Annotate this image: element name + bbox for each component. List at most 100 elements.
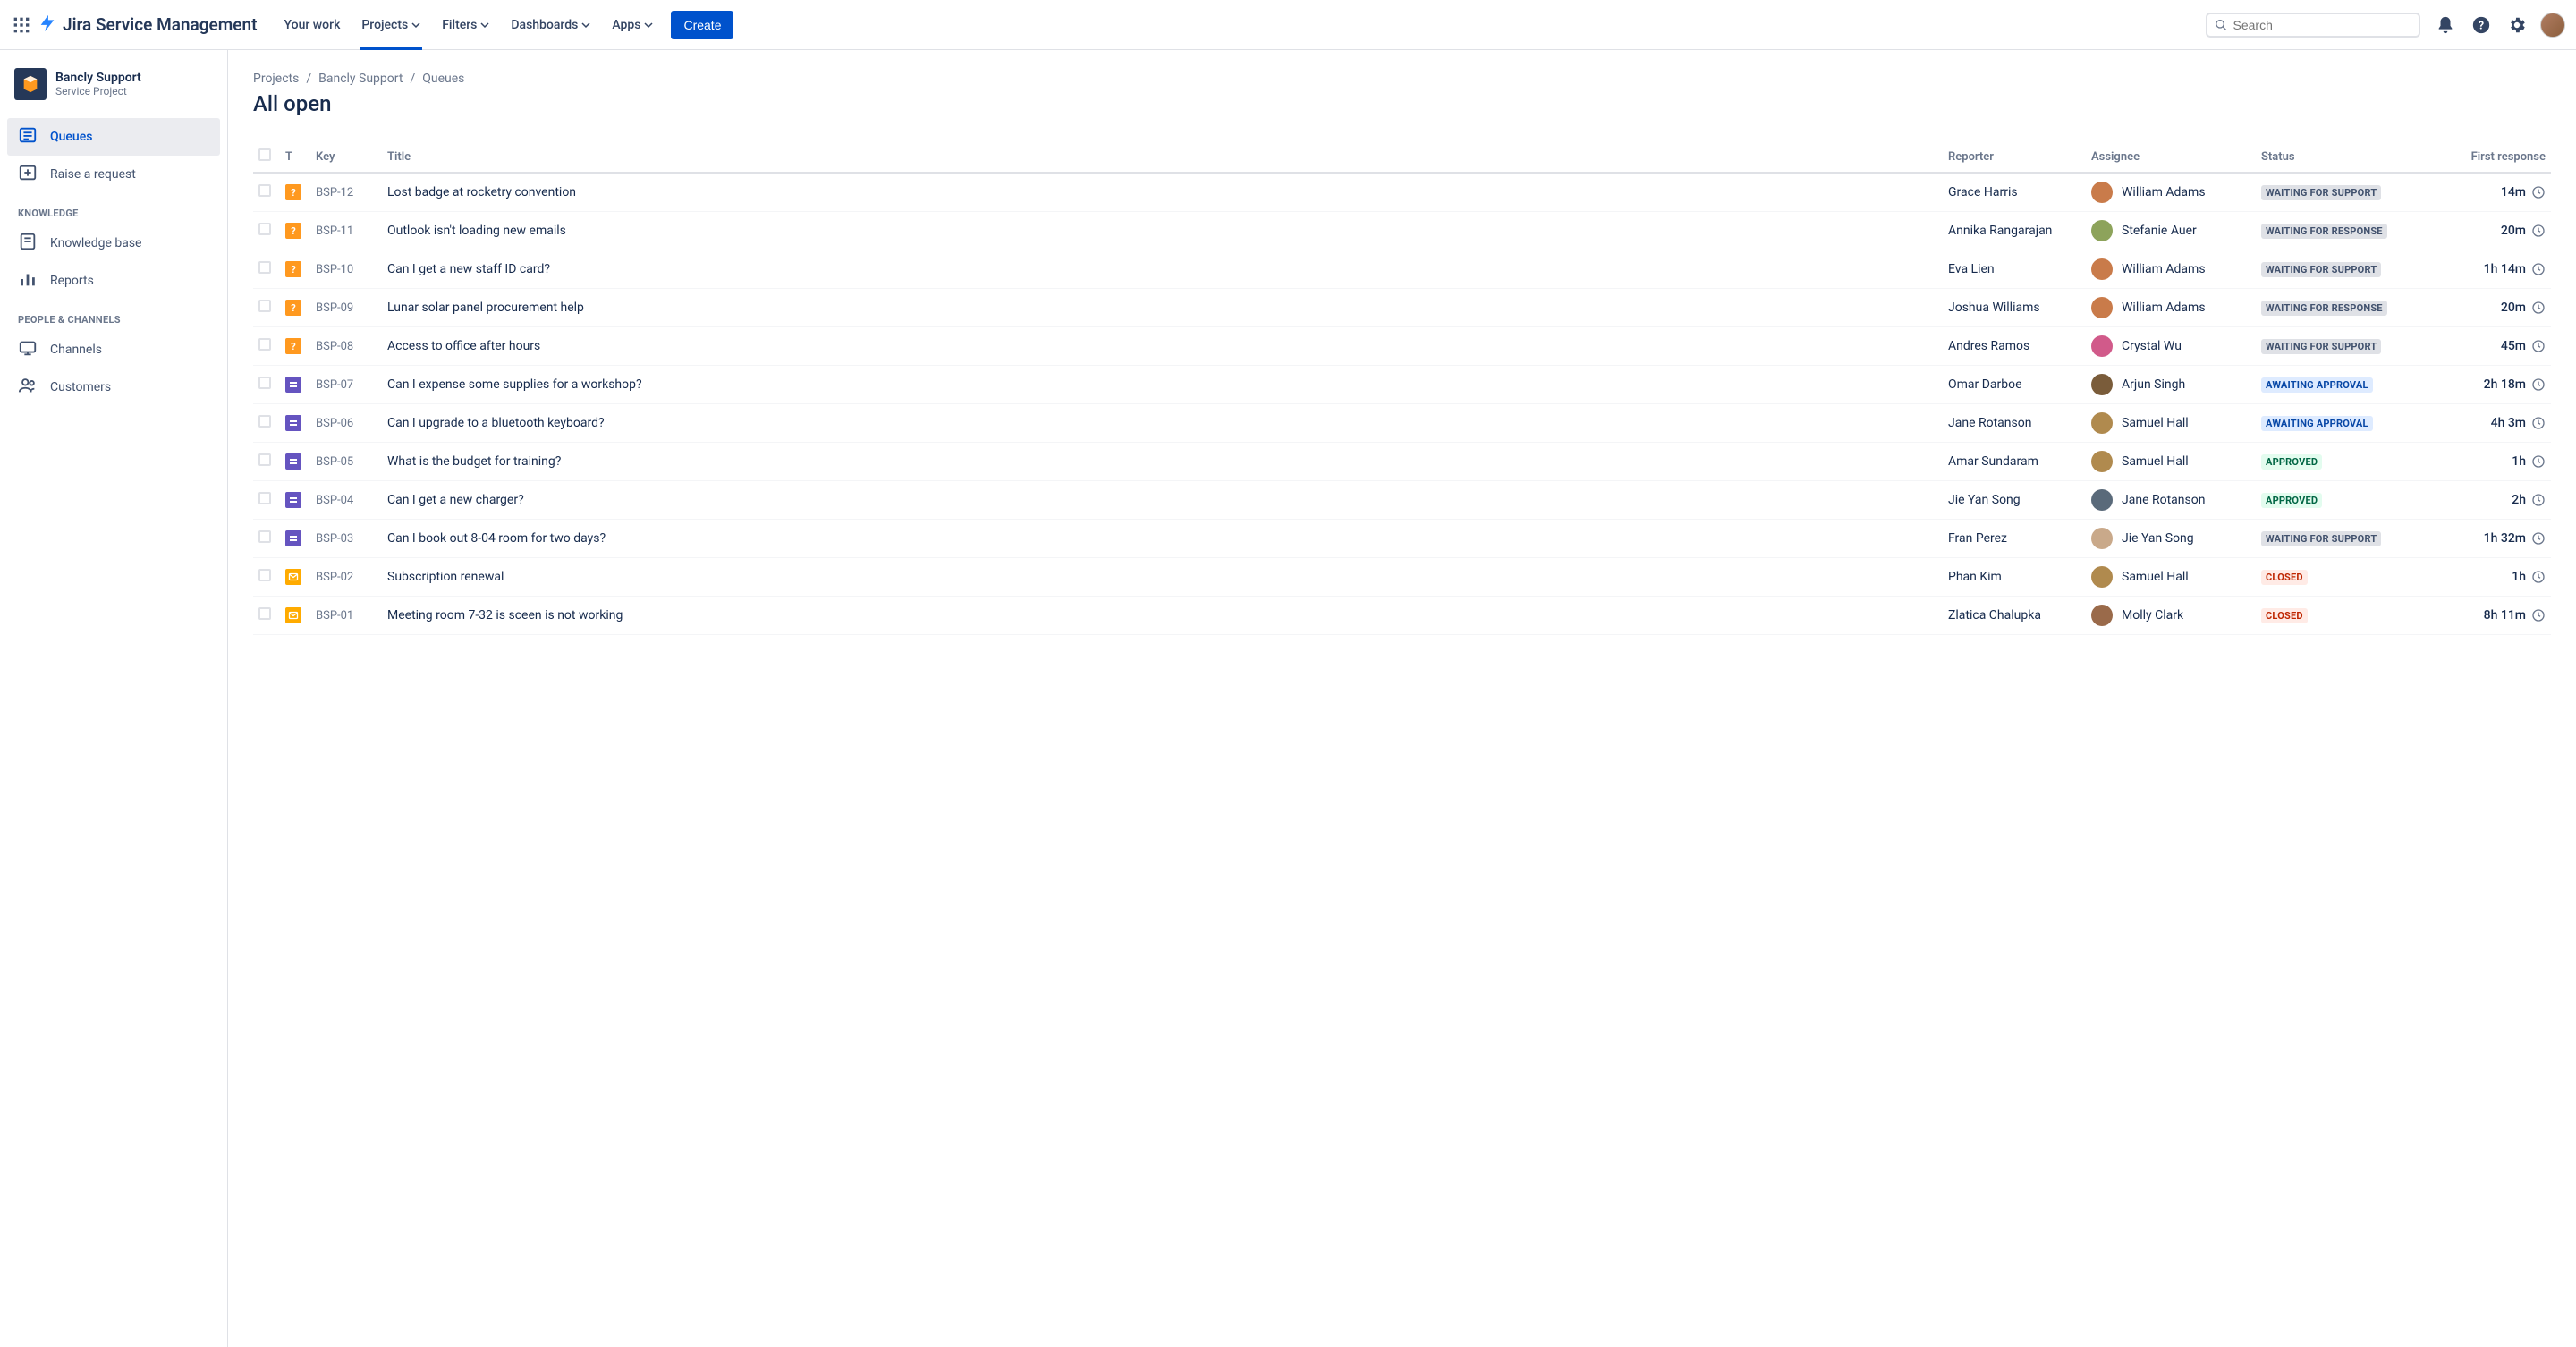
assignee-cell[interactable]: Arjun Singh bbox=[2091, 374, 2250, 395]
assignee-cell[interactable]: Samuel Hall bbox=[2091, 566, 2250, 588]
row-checkbox[interactable] bbox=[258, 300, 271, 312]
issue-title[interactable]: What is the budget for training? bbox=[382, 443, 1943, 481]
issue-title[interactable]: Lunar solar panel procurement help bbox=[382, 289, 1943, 327]
issue-key[interactable]: BSP-04 bbox=[310, 481, 382, 520]
issue-title[interactable]: Access to office after hours bbox=[382, 327, 1943, 366]
col-assignee[interactable]: Assignee bbox=[2086, 141, 2256, 173]
breadcrumb-link[interactable]: Projects bbox=[253, 72, 299, 86]
issue-title[interactable]: Subscription renewal bbox=[382, 558, 1943, 597]
issue-title[interactable]: Can I get a new staff ID card? bbox=[382, 250, 1943, 289]
first-response: 1h 32m bbox=[2440, 531, 2546, 546]
row-checkbox[interactable] bbox=[258, 223, 271, 235]
sidebar-item-reports[interactable]: Reports bbox=[7, 262, 220, 300]
row-checkbox[interactable] bbox=[258, 607, 271, 620]
profile-avatar[interactable] bbox=[2540, 13, 2565, 38]
issue-key[interactable]: BSP-11 bbox=[310, 212, 382, 250]
table-row[interactable]: BSP-06Can I upgrade to a bluetooth keybo… bbox=[253, 404, 2551, 443]
issue-key[interactable]: BSP-10 bbox=[310, 250, 382, 289]
nav-item-your-work[interactable]: Your work bbox=[275, 0, 350, 50]
table-row[interactable]: ?BSP-10Can I get a new staff ID card?Eva… bbox=[253, 250, 2551, 289]
help-icon[interactable]: ? bbox=[2469, 13, 2494, 38]
col-reporter[interactable]: Reporter bbox=[1943, 141, 2086, 173]
table-row[interactable]: BSP-07Can I expense some supplies for a … bbox=[253, 366, 2551, 404]
row-checkbox[interactable] bbox=[258, 377, 271, 389]
assignee-name: William Adams bbox=[2122, 301, 2206, 315]
assignee-cell[interactable]: William Adams bbox=[2091, 258, 2250, 280]
issue-title[interactable]: Meeting room 7-32 is sceen is not workin… bbox=[382, 597, 1943, 635]
search-input[interactable] bbox=[2233, 18, 2411, 32]
issue-key[interactable]: BSP-12 bbox=[310, 173, 382, 212]
assignee-cell[interactable]: Molly Clark bbox=[2091, 605, 2250, 626]
select-all-checkbox[interactable] bbox=[258, 148, 271, 161]
sidebar-item-customers[interactable]: Customers bbox=[7, 369, 220, 406]
table-row[interactable]: BSP-01Meeting room 7-32 is sceen is not … bbox=[253, 597, 2551, 635]
assignee-cell[interactable]: Samuel Hall bbox=[2091, 451, 2250, 472]
product-logo[interactable]: Jira Service Management bbox=[38, 13, 258, 37]
reporter-name: Andres Ramos bbox=[1943, 327, 2086, 366]
issue-title[interactable]: Lost badge at rocketry convention bbox=[382, 173, 1943, 212]
issue-key[interactable]: BSP-07 bbox=[310, 366, 382, 404]
table-row[interactable]: ?BSP-11Outlook isn't loading new emailsA… bbox=[253, 212, 2551, 250]
issue-key[interactable]: BSP-03 bbox=[310, 520, 382, 558]
issue-title[interactable]: Can I expense some supplies for a worksh… bbox=[382, 366, 1943, 404]
sidebar-item-channels[interactable]: Channels bbox=[7, 331, 220, 369]
sidebar-item-queues[interactable]: Queues bbox=[7, 118, 220, 156]
row-checkbox[interactable] bbox=[258, 184, 271, 197]
nav-item-dashboards[interactable]: Dashboards bbox=[502, 0, 599, 50]
app-switcher-icon[interactable] bbox=[11, 14, 32, 36]
col-first-response[interactable]: First response bbox=[2435, 141, 2551, 173]
assignee-cell[interactable]: William Adams bbox=[2091, 182, 2250, 203]
settings-icon[interactable] bbox=[2504, 13, 2529, 38]
issue-key[interactable]: BSP-05 bbox=[310, 443, 382, 481]
clock-icon bbox=[2531, 377, 2546, 392]
issue-key[interactable]: BSP-09 bbox=[310, 289, 382, 327]
project-header[interactable]: Bancly Support Service Project bbox=[7, 68, 220, 118]
table-row[interactable]: ?BSP-09Lunar solar panel procurement hel… bbox=[253, 289, 2551, 327]
assignee-cell[interactable]: Jie Yan Song bbox=[2091, 528, 2250, 549]
reporter-name: Eva Lien bbox=[1943, 250, 2086, 289]
nav-item-apps[interactable]: Apps bbox=[603, 0, 662, 50]
assignee-cell[interactable]: Stefanie Auer bbox=[2091, 220, 2250, 241]
breadcrumb-link[interactable]: Bancly Support bbox=[318, 72, 402, 86]
table-row[interactable]: ? BSP-08Access to office after hoursAndre… bbox=[253, 327, 2551, 366]
issue-title[interactable]: Outlook isn't loading new emails bbox=[382, 212, 1943, 250]
notifications-icon[interactable] bbox=[2433, 13, 2458, 38]
nav-item-filters[interactable]: Filters bbox=[433, 0, 498, 50]
issue-key[interactable]: BSP-06 bbox=[310, 404, 382, 443]
sidebar-item-raise-a-request[interactable]: Raise a request bbox=[7, 156, 220, 193]
row-checkbox[interactable] bbox=[258, 530, 271, 543]
issue-title[interactable]: Can I book out 8-04 room for two days? bbox=[382, 520, 1943, 558]
nav-item-projects[interactable]: Projects bbox=[352, 0, 429, 50]
issue-key[interactable]: BSP-01 bbox=[310, 597, 382, 635]
row-checkbox[interactable] bbox=[258, 453, 271, 466]
col-type[interactable]: T bbox=[280, 141, 310, 173]
table-row[interactable]: BSP-03Can I book out 8-04 room for two d… bbox=[253, 520, 2551, 558]
row-checkbox[interactable] bbox=[258, 338, 271, 351]
issue-title[interactable]: Can I upgrade to a bluetooth keyboard? bbox=[382, 404, 1943, 443]
sidebar-item-knowledge-base[interactable]: Knowledge base bbox=[7, 224, 220, 262]
table-row[interactable]: ?BSP-12Lost badge at rocketry convention… bbox=[253, 173, 2551, 212]
assignee-cell[interactable]: William Adams bbox=[2091, 297, 2250, 318]
issue-key[interactable]: BSP-08 bbox=[310, 327, 382, 366]
first-response: 20m bbox=[2440, 301, 2546, 315]
issue-key[interactable]: BSP-02 bbox=[310, 558, 382, 597]
svg-text:?: ? bbox=[291, 341, 296, 352]
table-row[interactable]: BSP-05What is the budget for training?Am… bbox=[253, 443, 2551, 481]
row-checkbox[interactable] bbox=[258, 569, 271, 581]
assignee-cell[interactable]: Samuel Hall bbox=[2091, 412, 2250, 434]
create-button[interactable]: Create bbox=[671, 11, 733, 39]
col-title[interactable]: Title bbox=[382, 141, 1943, 173]
assignee-cell[interactable]: Jane Rotanson bbox=[2091, 489, 2250, 511]
row-checkbox[interactable] bbox=[258, 415, 271, 428]
col-status[interactable]: Status bbox=[2256, 141, 2435, 173]
issue-title[interactable]: Can I get a new charger? bbox=[382, 481, 1943, 520]
table-row[interactable]: BSP-04Can I get a new charger?Jie Yan So… bbox=[253, 481, 2551, 520]
breadcrumb-link[interactable]: Queues bbox=[422, 72, 464, 86]
clock-icon bbox=[2531, 454, 2546, 469]
row-checkbox[interactable] bbox=[258, 261, 271, 274]
col-key[interactable]: Key bbox=[310, 141, 382, 173]
row-checkbox[interactable] bbox=[258, 492, 271, 504]
table-row[interactable]: BSP-02Subscription renewalPhan KimSamuel… bbox=[253, 558, 2551, 597]
assignee-cell[interactable]: Crystal Wu bbox=[2091, 335, 2250, 357]
search-box[interactable] bbox=[2206, 13, 2420, 38]
